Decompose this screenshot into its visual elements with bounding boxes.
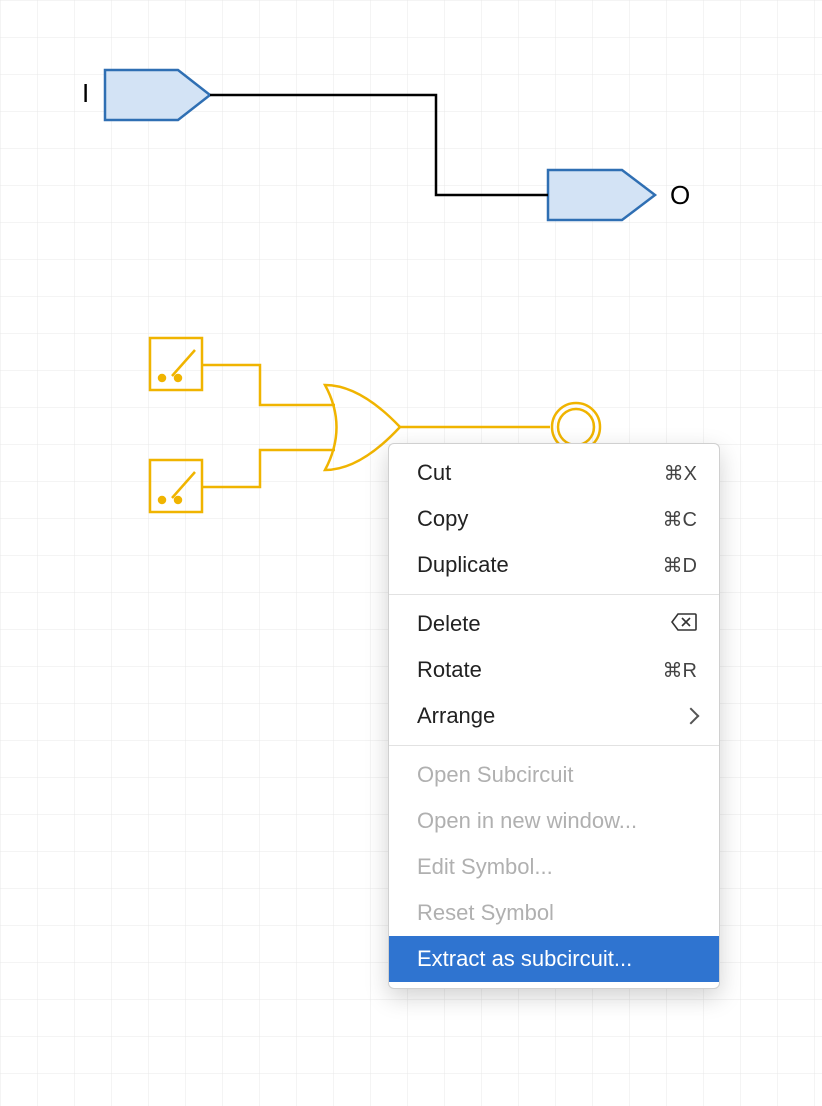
menu-separator-1 bbox=[389, 594, 719, 595]
menu-open-new-window-label: Open in new window... bbox=[417, 808, 637, 834]
menu-cut[interactable]: Cut ⌘X bbox=[389, 450, 719, 496]
menu-duplicate-shortcut: ⌘D bbox=[663, 553, 697, 578]
context-menu[interactable]: Cut ⌘X Copy ⌘C Duplicate ⌘D Delete Rotat… bbox=[388, 443, 720, 989]
backspace-icon bbox=[671, 611, 697, 637]
menu-edit-symbol: Edit Symbol... bbox=[389, 844, 719, 890]
menu-cut-shortcut: ⌘X bbox=[664, 461, 697, 486]
chevron-right-icon bbox=[683, 708, 700, 725]
menu-rotate-label: Rotate bbox=[417, 657, 482, 683]
switch-1[interactable] bbox=[150, 338, 202, 390]
input-pin[interactable] bbox=[105, 70, 210, 120]
menu-duplicate-label: Duplicate bbox=[417, 552, 509, 578]
menu-copy-shortcut: ⌘C bbox=[663, 507, 697, 532]
wire-sw1[interactable] bbox=[202, 365, 335, 405]
menu-edit-symbol-label: Edit Symbol... bbox=[417, 854, 553, 880]
menu-open-subcircuit: Open Subcircuit bbox=[389, 752, 719, 798]
menu-reset-symbol-label: Reset Symbol bbox=[417, 900, 554, 926]
menu-separator-2 bbox=[389, 745, 719, 746]
wire-sw2[interactable] bbox=[202, 450, 335, 487]
output-pin[interactable] bbox=[548, 170, 655, 220]
menu-arrange-label: Arrange bbox=[417, 703, 495, 729]
menu-open-new-window: Open in new window... bbox=[389, 798, 719, 844]
menu-copy[interactable]: Copy ⌘C bbox=[389, 496, 719, 542]
menu-duplicate[interactable]: Duplicate ⌘D bbox=[389, 542, 719, 588]
menu-rotate-shortcut: ⌘R bbox=[663, 658, 697, 683]
menu-cut-label: Cut bbox=[417, 460, 451, 486]
input-pin-label: I bbox=[82, 78, 89, 109]
wire-io[interactable] bbox=[210, 95, 548, 195]
circuit-canvas[interactable]: I O Cut ⌘X Copy ⌘C Duplicate ⌘D Delete bbox=[0, 0, 822, 1106]
menu-arrange[interactable]: Arrange bbox=[389, 693, 719, 739]
menu-open-subcircuit-label: Open Subcircuit bbox=[417, 762, 574, 788]
menu-reset-symbol: Reset Symbol bbox=[389, 890, 719, 936]
menu-rotate[interactable]: Rotate ⌘R bbox=[389, 647, 719, 693]
menu-extract-subcircuit-label: Extract as subcircuit... bbox=[417, 946, 632, 972]
menu-delete[interactable]: Delete bbox=[389, 601, 719, 647]
menu-extract-subcircuit[interactable]: Extract as subcircuit... bbox=[389, 936, 719, 982]
menu-copy-label: Copy bbox=[417, 506, 468, 532]
switch-2[interactable] bbox=[150, 460, 202, 512]
output-pin-label: O bbox=[670, 180, 690, 211]
menu-delete-label: Delete bbox=[417, 611, 481, 637]
